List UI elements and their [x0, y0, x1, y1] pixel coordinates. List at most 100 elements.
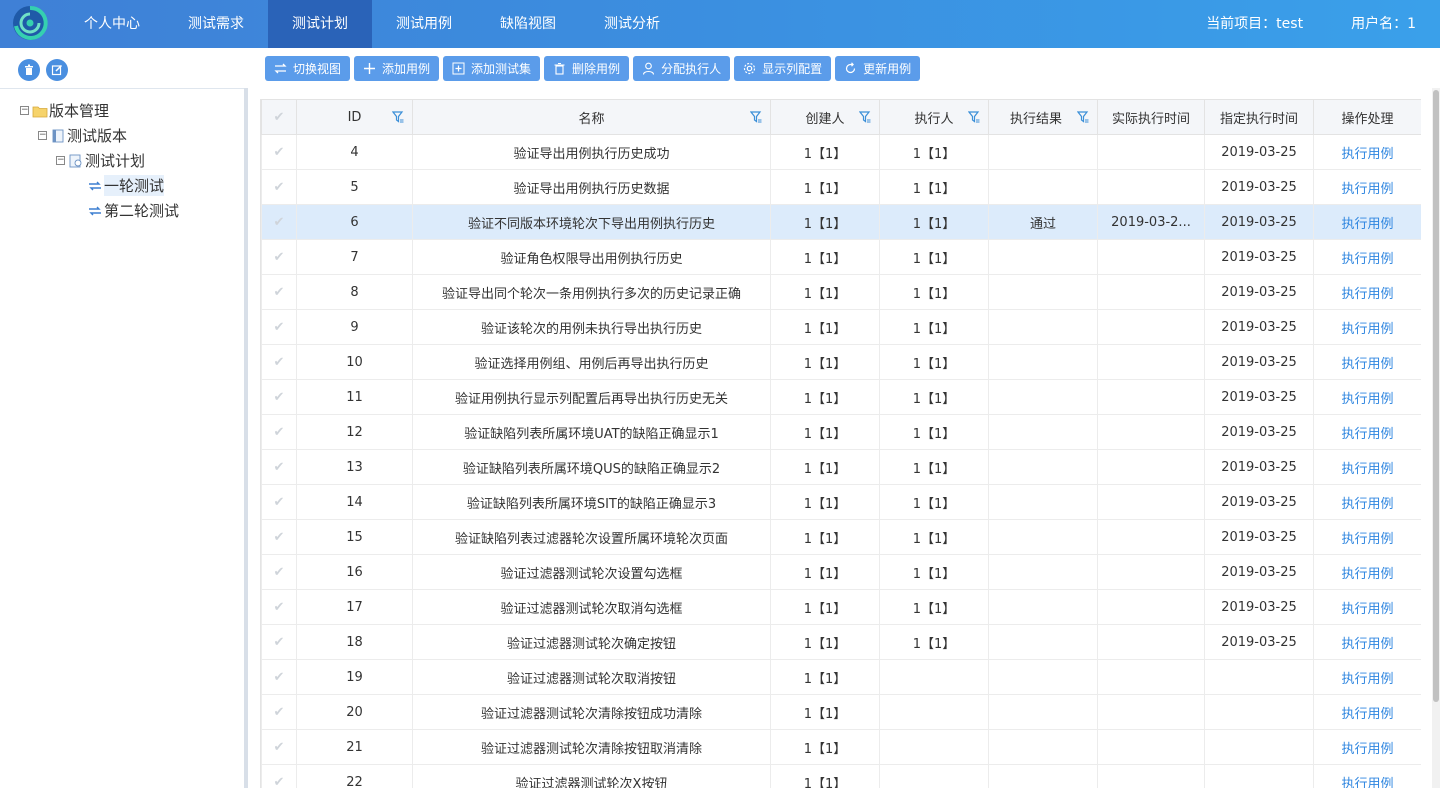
app-logo-icon[interactable]: [11, 4, 49, 42]
execute-case-link[interactable]: 执行用例: [1313, 554, 1421, 590]
execute-case-link[interactable]: 执行用例: [1313, 589, 1421, 625]
execute-case-link[interactable]: 执行用例: [1313, 414, 1421, 450]
tree-node-test-plan[interactable]: − 测试计划: [20, 148, 179, 173]
vertical-scrollbar[interactable]: [1432, 88, 1440, 788]
row-checkbox[interactable]: ✔: [261, 449, 297, 485]
table-row[interactable]: ✔ 15 验证缺陷列表过滤器轮次设置所属环境轮次页面 1【1】 1【1】 2019-03-…: [261, 519, 1421, 555]
tree-node-test-version[interactable]: − 测试版本: [20, 123, 179, 148]
delete-case-button[interactable]: 删除用例: [544, 56, 630, 81]
collapse-toggle-icon[interactable]: −: [20, 106, 29, 115]
refresh-cases-button[interactable]: 更新用例: [835, 56, 921, 81]
table-row[interactable]: ✔ 17 验证过滤器测试轮次取消勾选框 1【1】 1【1】 2019-03-25 执行用例: [261, 589, 1421, 625]
execute-case-link[interactable]: 执行用例: [1313, 729, 1421, 765]
table-row[interactable]: ✔ 20 验证过滤器测试轮次清除按钮成功清除 1【1】 执行用例: [261, 694, 1421, 730]
column-header-name[interactable]: 名称: [412, 99, 771, 135]
delete-node-button[interactable]: [18, 59, 40, 81]
table-row[interactable]: ✔ 9 验证该轮次的用例未执行导出执行历史 1【1】 1【1】 2019-03-25 执行用…: [261, 309, 1421, 345]
nav-item-requirements[interactable]: 测试需求: [164, 0, 268, 48]
table-row[interactable]: ✔ 6 验证不同版本环境轮次下导出用例执行历史 1【1】 1【1】 通过 2019-03-2…: [261, 204, 1421, 240]
table-row[interactable]: ✔ 14 验证缺陷列表所属环境SIT的缺陷正确显示3 1【1】 1【1】 2019-03-…: [261, 484, 1421, 520]
table-row[interactable]: ✔ 18 验证过滤器测试轮次确定按钮 1【1】 1【1】 2019-03-25 执行用例: [261, 624, 1421, 660]
row-checkbox[interactable]: ✔: [261, 764, 297, 788]
table-row[interactable]: ✔ 7 验证角色权限导出用例执行历史 1【1】 1【1】 2019-03-25 执行用例: [261, 239, 1421, 275]
row-checkbox[interactable]: ✔: [261, 729, 297, 765]
filter-icon[interactable]: [1077, 111, 1089, 123]
column-header-creator[interactable]: 创建人: [770, 99, 880, 135]
execute-case-link[interactable]: 执行用例: [1313, 169, 1421, 205]
execute-case-link[interactable]: 执行用例: [1313, 204, 1421, 240]
column-header-result[interactable]: 执行结果: [988, 99, 1098, 135]
execute-case-link[interactable]: 执行用例: [1313, 764, 1421, 788]
execute-case-link[interactable]: 执行用例: [1313, 274, 1421, 310]
execute-case-link[interactable]: 执行用例: [1313, 379, 1421, 415]
nav-item-defects[interactable]: 缺陷视图: [476, 0, 580, 48]
execute-case-link[interactable]: 执行用例: [1313, 484, 1421, 520]
tree-label[interactable]: 版本管理: [49, 100, 109, 121]
row-checkbox[interactable]: ✔: [261, 414, 297, 450]
execute-case-link[interactable]: 执行用例: [1313, 659, 1421, 695]
panel-splitter[interactable]: [244, 88, 248, 788]
execute-case-link[interactable]: 执行用例: [1313, 624, 1421, 660]
tree-label[interactable]: 测试版本: [67, 125, 127, 146]
collapse-toggle-icon[interactable]: −: [56, 156, 65, 165]
tree-label[interactable]: 一轮测试: [104, 175, 165, 196]
row-checkbox[interactable]: ✔: [261, 134, 297, 170]
tree-node-version-management[interactable]: − 版本管理: [20, 98, 179, 123]
row-checkbox[interactable]: ✔: [261, 554, 297, 590]
nav-item-personal[interactable]: 个人中心: [60, 0, 164, 48]
tree-node-round-2[interactable]: 第二轮测试: [20, 198, 179, 223]
table-row[interactable]: ✔ 13 验证缺陷列表所属环境QUS的缺陷正确显示2 1【1】 1【1】 2019-03-…: [261, 449, 1421, 485]
scrollbar-thumb[interactable]: [1433, 90, 1439, 702]
table-row[interactable]: ✔ 8 验证导出同个轮次一条用例执行多次的历史记录正确 1【1】 1【1】 2019-03…: [261, 274, 1421, 310]
row-checkbox[interactable]: ✔: [261, 519, 297, 555]
row-checkbox[interactable]: ✔: [261, 239, 297, 275]
collapse-toggle-icon[interactable]: −: [38, 131, 47, 140]
table-row[interactable]: ✔ 22 验证过滤器测试轮次X按钮 1【1】 执行用例: [261, 764, 1421, 788]
nav-item-test-plan[interactable]: 测试计划: [268, 0, 372, 48]
execute-case-link[interactable]: 执行用例: [1313, 449, 1421, 485]
current-project[interactable]: 当前项目：test: [1206, 0, 1303, 48]
table-row[interactable]: ✔ 10 验证选择用例组、用例后再导出执行历史 1【1】 1【1】 2019-03-25 执…: [261, 344, 1421, 380]
table-row[interactable]: ✔ 4 验证导出用例执行历史成功 1【1】 1【1】 2019-03-25 执行用例: [261, 134, 1421, 170]
column-header-actual-time[interactable]: 实际执行时间: [1097, 99, 1205, 135]
execute-case-link[interactable]: 执行用例: [1313, 309, 1421, 345]
row-checkbox[interactable]: ✔: [261, 659, 297, 695]
add-suite-button[interactable]: 添加测试集: [443, 56, 541, 81]
column-config-button[interactable]: 显示列配置: [734, 56, 832, 81]
execute-case-link[interactable]: 执行用例: [1313, 519, 1421, 555]
nav-item-analysis[interactable]: 测试分析: [580, 0, 684, 48]
column-header-executor[interactable]: 执行人: [879, 99, 989, 135]
table-row[interactable]: ✔ 19 验证过滤器测试轮次取消按钮 1【1】 执行用例: [261, 659, 1421, 695]
column-header-planned-time[interactable]: 指定执行时间: [1204, 99, 1314, 135]
filter-icon[interactable]: [392, 111, 404, 123]
table-row[interactable]: ✔ 11 验证用例执行显示列配置后再导出执行历史无关 1【1】 1【1】 2019-03-…: [261, 379, 1421, 415]
row-checkbox[interactable]: ✔: [261, 589, 297, 625]
filter-icon[interactable]: [968, 111, 980, 123]
tree-label[interactable]: 第二轮测试: [104, 200, 179, 221]
filter-icon[interactable]: [750, 111, 762, 123]
row-checkbox[interactable]: ✔: [261, 379, 297, 415]
table-row[interactable]: ✔ 21 验证过滤器测试轮次清除按钮取消清除 1【1】 执行用例: [261, 729, 1421, 765]
edit-node-button[interactable]: [46, 59, 68, 81]
row-checkbox[interactable]: ✔: [261, 344, 297, 380]
execute-case-link[interactable]: 执行用例: [1313, 239, 1421, 275]
row-checkbox[interactable]: ✔: [261, 694, 297, 730]
table-row[interactable]: ✔ 5 验证导出用例执行历史数据 1【1】 1【1】 2019-03-25 执行用例: [261, 169, 1421, 205]
table-row[interactable]: ✔ 16 验证过滤器测试轮次设置勾选框 1【1】 1【1】 2019-03-25 执行用例: [261, 554, 1421, 590]
row-checkbox[interactable]: ✔: [261, 624, 297, 660]
execute-case-link[interactable]: 执行用例: [1313, 134, 1421, 170]
filter-icon[interactable]: [859, 111, 871, 123]
current-user[interactable]: 用户名：1: [1351, 0, 1416, 48]
execute-case-link[interactable]: 执行用例: [1313, 344, 1421, 380]
row-checkbox[interactable]: ✔: [261, 309, 297, 345]
row-checkbox[interactable]: ✔: [261, 169, 297, 205]
switch-view-button[interactable]: 切换视图: [265, 56, 351, 81]
add-case-button[interactable]: 添加用例: [354, 56, 440, 81]
tree-node-round-1[interactable]: 一轮测试: [20, 173, 179, 198]
nav-item-test-cases[interactable]: 测试用例: [372, 0, 476, 48]
row-checkbox[interactable]: ✔: [261, 484, 297, 520]
assign-executor-button[interactable]: 分配执行人: [633, 56, 731, 81]
select-all-checkbox[interactable]: ✔: [261, 99, 297, 135]
row-checkbox[interactable]: ✔: [261, 274, 297, 310]
execute-case-link[interactable]: 执行用例: [1313, 694, 1421, 730]
